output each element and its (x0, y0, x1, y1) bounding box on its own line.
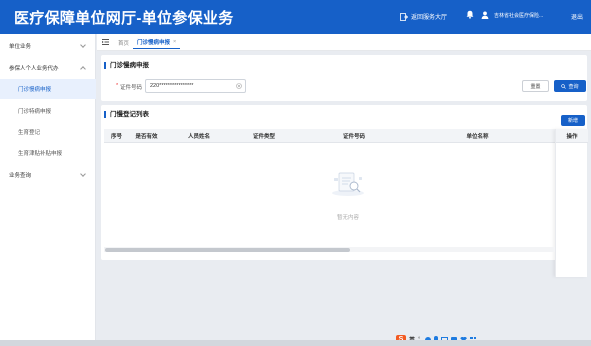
sidebar-item-maternity-allowance[interactable]: 生育津贴补贴申报 (0, 143, 96, 163)
exit-door-icon (400, 12, 408, 21)
list-section-title: 门慢登记列表 (104, 111, 149, 118)
close-icon[interactable]: × (173, 39, 176, 45)
data-table: 序号 是否有效 人员姓名 证件类型 证件号码 单位名称 操作 暂无内容 (104, 129, 588, 277)
return-service-hall-label: 返回服务大厅 (411, 15, 448, 21)
column-header-index: 序号 (110, 134, 122, 140)
id-number-value: 220**************** (150, 83, 194, 89)
column-header-name: 人员姓名 (187, 134, 210, 140)
clear-icon[interactable] (236, 83, 242, 89)
id-number-input[interactable]: 220**************** (145, 79, 246, 93)
tab-home[interactable]: 首页 (118, 39, 129, 47)
table-header: 序号 是否有效 人员姓名 证件类型 证件号码 单位名称 (104, 129, 555, 143)
add-button[interactable]: 新增 (561, 115, 585, 126)
sidebar-item-outpatient-chronic[interactable]: 门诊慢病申报 (0, 79, 96, 99)
sidebar-item-label: 生育津贴补贴申报 (18, 151, 63, 157)
empty-illustration (328, 169, 368, 197)
column-header-id-number: 证件号码 (342, 134, 365, 140)
column-header-unit-name: 单位名称 (466, 134, 489, 140)
sidebar-item-label: 参保人个人业务代办 (9, 66, 59, 72)
column-header-id-type: 证件类型 (252, 134, 275, 140)
chevron-up-icon (80, 66, 86, 72)
fixed-operation-column: 操作 (555, 129, 588, 277)
column-header-valid: 是否有效 (135, 134, 158, 140)
query-card: 门诊慢病申报 * 证件号码 220**************** 重置 查询 (101, 55, 587, 101)
required-mark: * (116, 83, 119, 89)
add-button-label: 新增 (567, 118, 578, 124)
sidebar-item-maternity-registration[interactable]: 生育登记 (0, 122, 96, 142)
chevron-down-icon (80, 171, 86, 177)
sidebar-item-label: 单位业务 (9, 44, 32, 50)
sidebar-item-unit-business[interactable]: 单位业务 (0, 36, 96, 56)
menu-fold-icon[interactable] (102, 39, 109, 45)
logout-button[interactable]: 退出 (571, 12, 583, 21)
user-menu[interactable]: 吉林省社会医疗保险... (481, 11, 543, 19)
column-header-operation: 操作 (556, 129, 588, 143)
reset-button[interactable]: 重置 (522, 80, 549, 92)
sidebar-item-business-query[interactable]: 业务查询 (0, 165, 96, 185)
horizontal-scrollbar[interactable] (104, 247, 555, 252)
bottom-scrollbar[interactable] (0, 340, 591, 346)
chevron-down-icon (80, 42, 86, 48)
app-header: 医疗保障单位网厅-单位参保业务 返回服务大厅 吉林省社会医疗保险... 退出 (0, 0, 591, 34)
query-button[interactable]: 查询 (554, 80, 586, 92)
form-section-title: 门诊慢病申报 (104, 62, 149, 69)
sidebar-item-label: 业务查询 (9, 173, 32, 179)
user-icon (481, 11, 489, 19)
empty-text: 暂无内容 (336, 215, 359, 221)
empty-data-icon (332, 172, 364, 196)
sidebar-item-outpatient-special[interactable]: 门诊特病申报 (0, 101, 96, 121)
tab-bar: 首页 门诊慢病申报 × (97, 34, 591, 51)
search-icon (561, 83, 567, 89)
tab-outpatient-chronic[interactable]: 门诊慢病申报 × (133, 36, 181, 49)
logout-label: 退出 (571, 15, 584, 21)
tab-label: 门诊慢病申报 (137, 40, 171, 46)
return-service-hall-link[interactable]: 返回服务大厅 (400, 12, 447, 21)
sidebar: 单位业务 参保人个人业务代办 门诊慢病申报 门诊特病申报 生育登记 生育津贴补贴… (0, 34, 96, 340)
id-number-label: 证件号码 (120, 85, 143, 91)
app-title: 医疗保障单位网厅-单位参保业务 (14, 10, 234, 27)
sidebar-item-personal-proxy[interactable]: 参保人个人业务代办 (0, 58, 96, 78)
scrollbar-thumb[interactable] (105, 248, 350, 252)
sidebar-item-label: 生育登记 (18, 130, 41, 136)
sidebar-item-label: 门诊特病申报 (18, 109, 52, 115)
query-button-label: 查询 (568, 83, 579, 90)
bell-icon (466, 10, 474, 19)
reset-button-label: 重置 (530, 83, 541, 90)
bell-button[interactable] (466, 10, 474, 19)
org-name: 吉林省社会医疗保险... (494, 12, 544, 19)
list-card: 门慢登记列表 新增 序号 是否有效 人员姓名 证件类型 证件号码 单位名称 操作 (101, 105, 588, 277)
sidebar-item-label: 门诊慢病申报 (18, 87, 52, 93)
